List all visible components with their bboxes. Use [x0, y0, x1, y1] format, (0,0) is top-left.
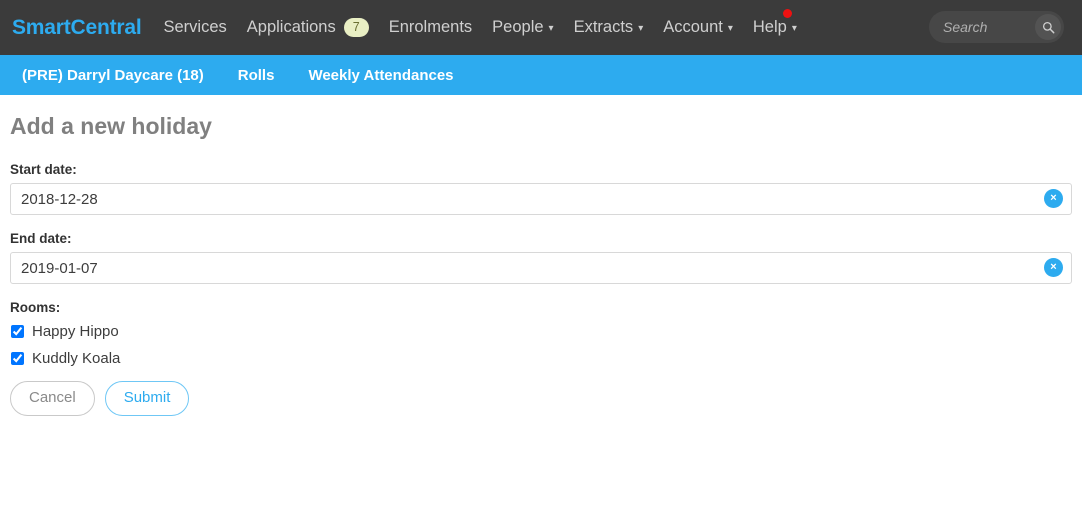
- room-label-kuddly-koala: Kuddly Koala: [32, 350, 121, 367]
- chevron-down-icon: ▾: [791, 22, 797, 34]
- nav-item-extracts[interactable]: Extracts ▾: [574, 18, 644, 37]
- start-date-field-row: ×: [10, 183, 1072, 215]
- end-date-field-row: ×: [10, 252, 1072, 284]
- rooms-label: Rooms:: [10, 300, 61, 315]
- room-checkbox-kuddly-koala[interactable]: [11, 352, 24, 365]
- top-nav-links: Services Applications 7 Enrolments Peopl…: [163, 9, 816, 38]
- subnav-item-rolls[interactable]: Rolls: [238, 67, 275, 84]
- submit-button[interactable]: Submit: [104, 381, 190, 416]
- start-date-input[interactable]: [10, 183, 1072, 215]
- nav-item-account-label: Account: [663, 18, 723, 36]
- subnav-item-weekly-attendances[interactable]: Weekly Attendances: [308, 67, 453, 84]
- chevron-down-icon: ▾: [548, 22, 554, 34]
- chevron-down-icon: ▾: [727, 22, 733, 34]
- applications-count-badge: 7: [343, 17, 369, 38]
- room-checkbox-happy-hippo[interactable]: [11, 325, 24, 338]
- end-date-input[interactable]: [10, 252, 1072, 284]
- subnav-item-service[interactable]: (PRE) Darryl Daycare (18): [22, 67, 204, 84]
- page-title: Add a new holiday: [10, 113, 212, 139]
- notification-dot-icon: [782, 9, 792, 18]
- nav-item-enrolments-label: Enrolments: [388, 18, 473, 36]
- main-content: Add a new holiday Start date: × End date…: [0, 95, 1082, 416]
- nav-item-extracts-label: Extracts: [573, 18, 634, 36]
- brand-logo[interactable]: SmartCentral: [12, 16, 142, 40]
- search-box[interactable]: [929, 11, 1064, 43]
- secondary-navigation-bar: (PRE) Darryl Daycare (18) Rolls Weekly A…: [0, 55, 1082, 95]
- room-checkbox-row[interactable]: Kuddly Koala: [10, 350, 1072, 367]
- nav-item-help[interactable]: Help ▾: [752, 9, 797, 37]
- clear-start-date-icon[interactable]: ×: [1044, 189, 1063, 208]
- nav-item-applications[interactable]: Applications 7: [246, 17, 369, 38]
- search-input[interactable]: [929, 18, 1035, 36]
- room-label-happy-hippo: Happy Hippo: [32, 323, 119, 340]
- nav-item-applications-label: Applications: [246, 18, 336, 36]
- form-actions: Cancel Submit: [10, 381, 1072, 416]
- chevron-down-icon: ▾: [638, 22, 644, 34]
- nav-item-services[interactable]: Services: [163, 18, 226, 37]
- room-checkbox-row[interactable]: Happy Hippo: [10, 323, 1072, 340]
- search-icon[interactable]: [1035, 14, 1061, 40]
- nav-item-people[interactable]: People ▾: [492, 18, 553, 37]
- clear-end-date-icon[interactable]: ×: [1044, 258, 1063, 277]
- top-navigation-bar: SmartCentral Services Applications 7 Enr…: [0, 0, 1082, 55]
- nav-item-help-label: Help: [752, 18, 787, 36]
- start-date-label: Start date:: [10, 162, 77, 177]
- nav-item-people-label: People: [492, 18, 544, 36]
- nav-item-enrolments[interactable]: Enrolments: [389, 18, 472, 37]
- end-date-label: End date:: [10, 231, 72, 246]
- nav-item-account[interactable]: Account ▾: [663, 18, 733, 37]
- cancel-button[interactable]: Cancel: [10, 381, 95, 416]
- nav-item-services-label: Services: [163, 18, 227, 36]
